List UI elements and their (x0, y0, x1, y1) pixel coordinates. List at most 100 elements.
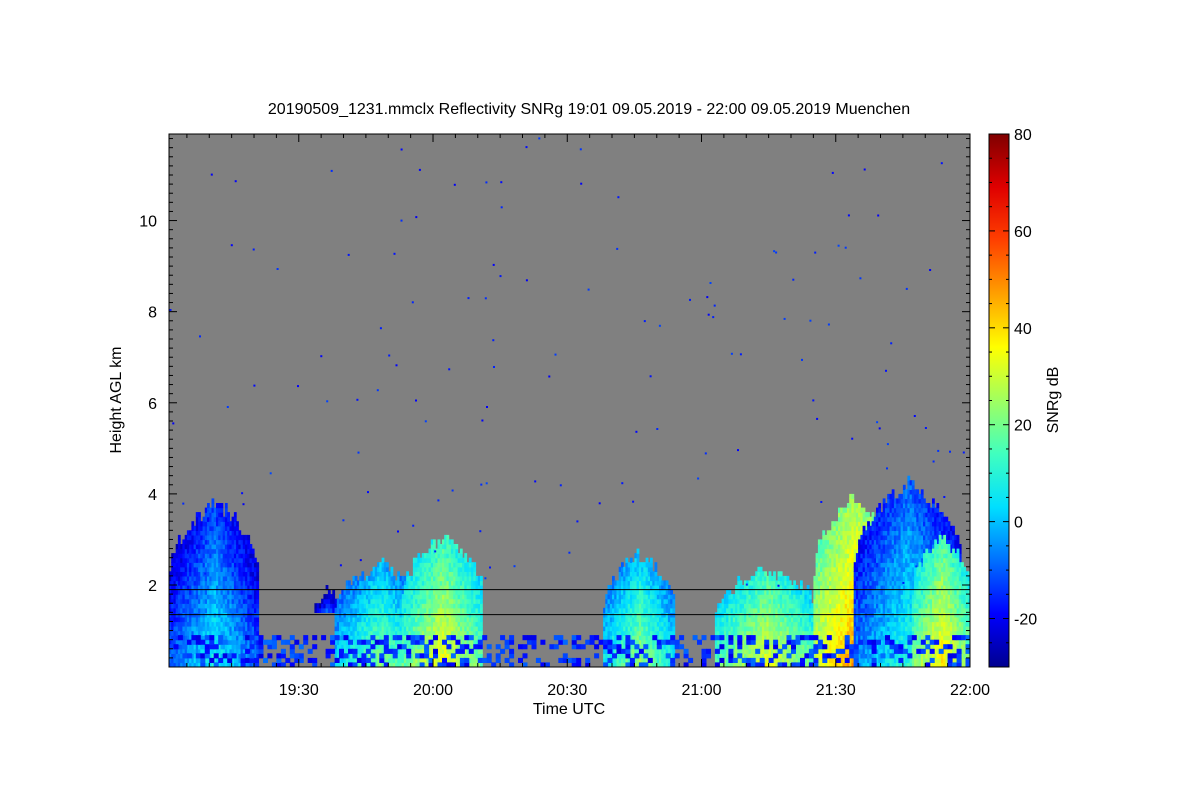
heatmap-cell (236, 521, 239, 527)
heatmap-cell (650, 562, 653, 568)
heatmap-cell (636, 557, 640, 563)
heatmap-cell (672, 598, 676, 604)
heatmap-cell (464, 553, 468, 559)
heatmap-cell (207, 503, 210, 509)
heatmap-cell (386, 562, 389, 568)
heatmap-cell (788, 580, 792, 586)
heatmap-cell (473, 562, 477, 568)
heatmap-cell (406, 571, 409, 577)
heatmap-cell (480, 598, 483, 604)
heatmap-cell (672, 648, 676, 654)
heatmap-cell (480, 580, 483, 586)
heatmap-cell (177, 534, 181, 541)
heatmap-cell (256, 607, 260, 613)
heatmap-cell (654, 566, 658, 572)
heatmap-cell (332, 594, 336, 600)
heatmap-cell (786, 575, 790, 582)
heatmap-cell (672, 594, 676, 600)
heatmap-cell (198, 516, 201, 522)
heatmap-cell (480, 648, 483, 654)
heatmap-cell (768, 571, 772, 577)
heatmap-cell (256, 575, 260, 582)
heatmap-cell (256, 580, 260, 586)
heatmap-cell (480, 607, 483, 613)
heatmap-cell (480, 653, 483, 659)
heatmap-cell (636, 553, 640, 559)
heatmap-cell (386, 566, 389, 572)
heatmap-cell (459, 548, 463, 554)
heatmap-cell (473, 571, 477, 577)
heatmap-cell (822, 530, 826, 536)
heatmap-cell (256, 616, 260, 623)
heatmap-cell (236, 525, 239, 531)
heatmap-cell (764, 571, 767, 577)
heatmap-cell (654, 571, 658, 577)
heatmap-cell (361, 571, 365, 577)
heatmap-cell (480, 630, 483, 636)
heatmap-cell (739, 580, 743, 586)
heatmap-cell (220, 507, 224, 513)
heatmap-cell (446, 534, 450, 541)
heatmap-cell (672, 621, 676, 627)
heatmap-cell (348, 580, 351, 586)
heatmap-cell (672, 616, 676, 623)
heatmap-cell (672, 607, 676, 613)
heatmap-cell (251, 548, 255, 554)
heatmap-cell (473, 566, 477, 572)
heatmap-cell (256, 566, 260, 572)
heatmap-cell (450, 539, 454, 545)
heatmap-cell (779, 571, 783, 577)
heatmap-cell (256, 589, 260, 595)
heatmap-cell (247, 534, 251, 541)
heatmap-cell (256, 594, 260, 600)
heatmap-cell (233, 516, 237, 522)
chart-title: 20190509_1231.mmclx Reflectivity SNRg 19… (268, 101, 910, 118)
heatmap-cell (480, 603, 483, 609)
heatmap-cell (256, 571, 260, 577)
heatmap-cell (737, 575, 741, 582)
heatmap-cell (256, 603, 260, 609)
heatmap-cell (381, 557, 385, 563)
heatmap-cell (251, 553, 255, 559)
heatmap-cell (227, 516, 230, 522)
heatmap-cell (256, 626, 260, 632)
heatmap-cell (629, 557, 633, 563)
heatmap-cell (354, 575, 358, 582)
heatmap-cell (247, 539, 251, 545)
heatmap-cell (459, 553, 463, 559)
heatmap-cell (480, 626, 483, 632)
heatmap-cell (612, 575, 615, 582)
heatmap-cell (327, 589, 331, 595)
heatmap-cell (433, 539, 436, 545)
heatmap-cell (227, 512, 230, 518)
heatmap-cell (636, 548, 640, 554)
heatmap-cell (220, 503, 224, 509)
heatmap-cell (397, 571, 400, 577)
heatmap-cell (211, 498, 215, 504)
heatmap-cell (621, 562, 624, 568)
heatmap-cell (480, 621, 483, 627)
heatmap-cell (773, 571, 776, 577)
heatmap-cell (177, 539, 181, 545)
heatmap-cell (417, 553, 421, 559)
heatmap-cell (256, 598, 260, 604)
heatmap-cell (480, 589, 483, 595)
heatmap-cell (238, 530, 242, 536)
heatmap-cell (191, 521, 195, 527)
heatmap-cell (672, 603, 676, 609)
heatmap-cell (254, 557, 257, 563)
heatmap-cell (670, 589, 673, 595)
heatmap-cell (672, 630, 676, 636)
heatmap-cell (808, 598, 812, 604)
heatmap-cell (390, 566, 394, 572)
heatmap-cell (645, 557, 649, 563)
heatmap-cell (390, 571, 394, 577)
heatmap-cell (332, 589, 336, 595)
heatmap-cell (759, 566, 763, 572)
heatmap-cell (361, 575, 365, 582)
heatmap-cell (672, 626, 676, 632)
heatmap-cell (808, 589, 812, 595)
heatmap-cell (625, 557, 629, 563)
heatmap-cell (224, 507, 228, 513)
heatmap-cell (654, 562, 658, 568)
